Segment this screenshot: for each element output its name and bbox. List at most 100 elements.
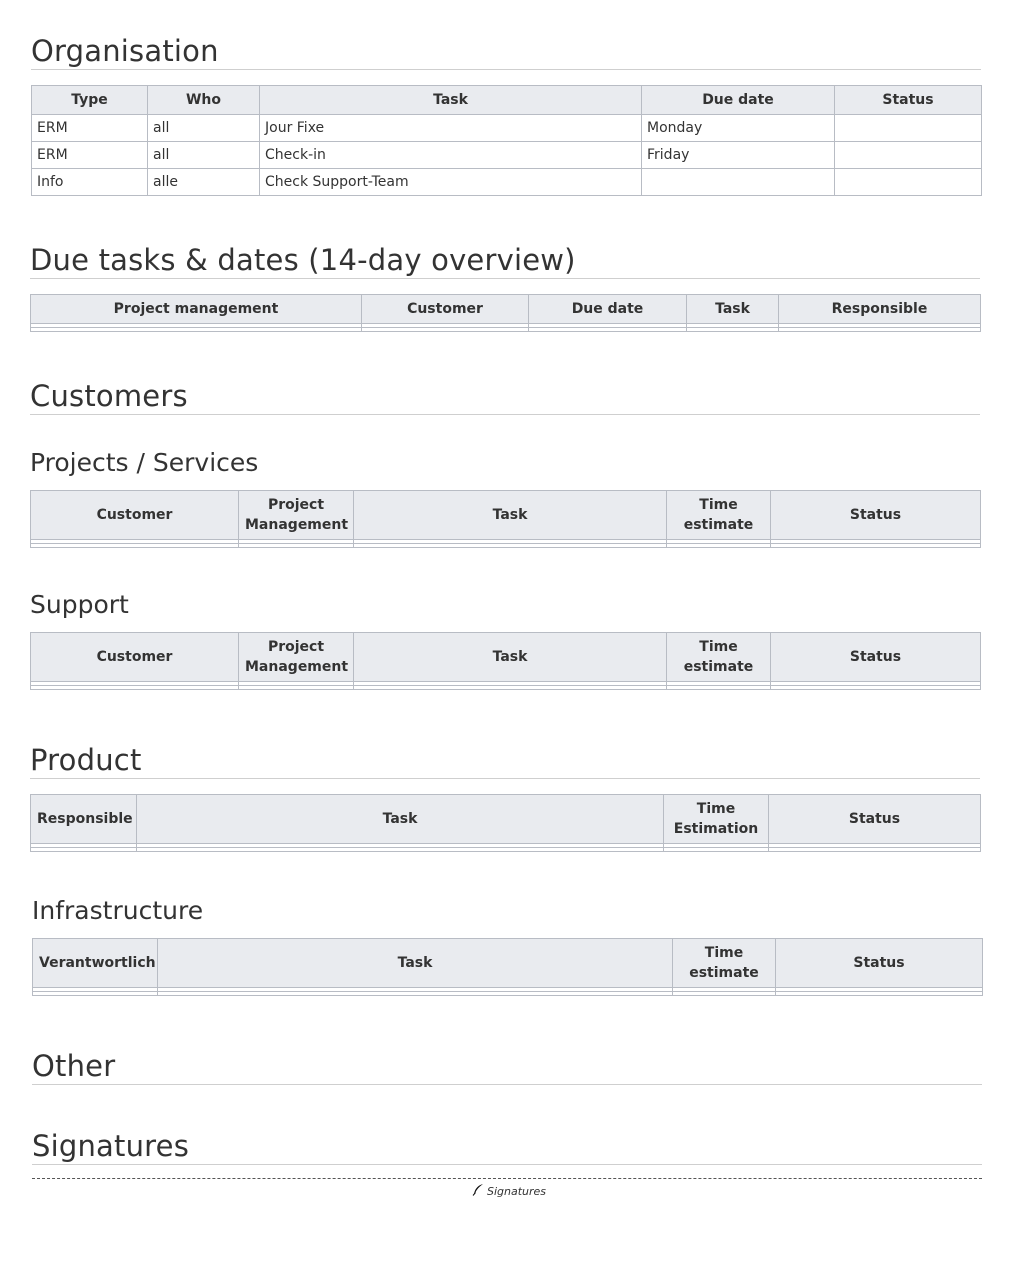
table-cell[interactable]: [528, 326, 687, 332]
column-header-time-estimate[interactable]: Time estimate: [666, 490, 771, 540]
column-header-status[interactable]: Status: [770, 490, 981, 540]
column-header-task[interactable]: Task: [686, 293, 779, 324]
organisation-section: Organisation Type Who Task Due date Stat…: [31, 34, 982, 196]
customers-heading: Customers: [30, 379, 980, 415]
support-table: Customer Project Management Task Time es…: [30, 632, 981, 690]
table-cell[interactable]: [672, 991, 776, 996]
column-header-time-estimation[interactable]: Time Estimation: [663, 793, 769, 844]
column-header-task[interactable]: Task: [259, 84, 642, 115]
column-header-task[interactable]: Task: [157, 938, 673, 988]
table-cell[interactable]: [353, 685, 667, 690]
column-header-due-date[interactable]: Due date: [528, 293, 687, 324]
column-header-task[interactable]: Task: [353, 632, 667, 682]
due-tasks-section: Due tasks & dates (14-day overview) Proj…: [30, 243, 981, 332]
table-cell[interactable]: [30, 685, 239, 690]
due-tasks-heading: Due tasks & dates (14-day overview): [30, 243, 980, 279]
cell-status[interactable]: [834, 140, 982, 169]
product-heading: Product: [30, 743, 980, 779]
column-header-project-management[interactable]: Project management: [30, 293, 362, 324]
column-header-status[interactable]: Status: [834, 84, 982, 115]
column-header-task[interactable]: Task: [136, 793, 664, 844]
cell-due-date[interactable]: Monday: [641, 113, 835, 142]
table-cell[interactable]: [238, 685, 354, 690]
cell-who[interactable]: all: [147, 113, 260, 142]
column-header-status[interactable]: Status: [775, 938, 983, 988]
signatures-section: Signatures: [32, 1129, 982, 1165]
table-cell[interactable]: [686, 326, 779, 332]
table-row: [30, 326, 981, 332]
cell-due-date[interactable]: [641, 167, 835, 196]
column-header-due-date[interactable]: Due date: [641, 84, 835, 115]
table-cell[interactable]: [30, 846, 137, 852]
column-header-customer[interactable]: Customer: [361, 293, 529, 324]
cell-who[interactable]: all: [147, 140, 260, 169]
table-cell[interactable]: [778, 326, 981, 332]
table-cell[interactable]: [157, 991, 673, 996]
table-cell[interactable]: [353, 543, 667, 548]
other-heading: Other: [32, 1049, 982, 1085]
cell-task[interactable]: Check-in: [259, 140, 642, 169]
customers-section: Customers: [30, 379, 980, 415]
cell-task[interactable]: Jour Fixe: [259, 113, 642, 142]
column-header-project-management[interactable]: Project Management: [238, 490, 354, 540]
table-row: ERM all Jour Fixe Monday: [31, 113, 982, 142]
table-row: [30, 846, 981, 852]
support-section: Support Customer Project Management Task…: [30, 590, 981, 690]
table-row: [32, 991, 983, 996]
signatures-label: Signatures: [487, 1184, 547, 1198]
organisation-table: Type Who Task Due date Status ERM all Jo…: [31, 84, 982, 196]
column-header-task[interactable]: Task: [353, 490, 667, 540]
column-header-who[interactable]: Who: [147, 84, 260, 115]
infrastructure-heading: Infrastructure: [32, 896, 204, 925]
column-header-type[interactable]: Type: [31, 84, 148, 115]
table-cell[interactable]: [30, 543, 239, 548]
table-cell[interactable]: [32, 991, 158, 996]
table-cell[interactable]: [666, 685, 771, 690]
table-cell[interactable]: [768, 846, 981, 852]
support-heading: Support: [30, 590, 129, 619]
signature-divider: [32, 1178, 982, 1179]
projects-services-table: Customer Project Management Task Time es…: [30, 490, 981, 548]
table-cell[interactable]: [770, 685, 981, 690]
cell-type[interactable]: ERM: [31, 140, 148, 169]
column-header-customer[interactable]: Customer: [30, 490, 239, 540]
column-header-status[interactable]: Status: [768, 793, 981, 844]
table-cell[interactable]: [663, 846, 769, 852]
infrastructure-section: Infrastructure Verantwortlich Task Time …: [32, 896, 983, 996]
cell-who[interactable]: alle: [147, 167, 260, 196]
infrastructure-table: Verantwortlich Task Time estimate Status: [32, 938, 983, 996]
column-header-responsible[interactable]: Responsible: [30, 793, 137, 844]
column-header-responsible[interactable]: Responsible: [778, 293, 981, 324]
column-header-status[interactable]: Status: [770, 632, 981, 682]
column-header-time-estimate[interactable]: Time estimate: [672, 938, 776, 988]
table-row: Info alle Check Support-Team: [31, 167, 982, 196]
cell-type[interactable]: ERM: [31, 113, 148, 142]
table-cell[interactable]: [136, 846, 664, 852]
table-cell[interactable]: [30, 326, 362, 332]
cell-status[interactable]: [834, 167, 982, 196]
table-row: [30, 543, 981, 548]
table-cell[interactable]: [238, 543, 354, 548]
cell-type[interactable]: Info: [31, 167, 148, 196]
due-tasks-table: Project management Customer Due date Tas…: [30, 293, 981, 332]
feather-pen-icon: [472, 1183, 484, 1199]
cell-task[interactable]: Check Support-Team: [259, 167, 642, 196]
product-section: Product Responsible Task Time Estimation…: [30, 743, 981, 852]
table-cell[interactable]: [361, 326, 529, 332]
column-header-customer[interactable]: Customer: [30, 632, 239, 682]
table-cell[interactable]: [770, 543, 981, 548]
signatures-heading: Signatures: [32, 1129, 982, 1165]
column-header-verantwortlich[interactable]: Verantwortlich: [32, 938, 158, 988]
cell-status[interactable]: [834, 113, 982, 142]
table-cell[interactable]: [666, 543, 771, 548]
other-section: Other: [32, 1049, 982, 1085]
signatures-button[interactable]: Signatures: [472, 1183, 546, 1199]
table-row: ERM all Check-in Friday: [31, 140, 982, 169]
column-header-project-management[interactable]: Project Management: [238, 632, 354, 682]
cell-due-date[interactable]: Friday: [641, 140, 835, 169]
column-header-time-estimate[interactable]: Time estimate: [666, 632, 771, 682]
projects-services-section: Projects / Services Customer Project Man…: [30, 448, 981, 548]
projects-services-heading: Projects / Services: [30, 448, 259, 477]
product-table: Responsible Task Time Estimation Status: [30, 793, 981, 852]
table-cell[interactable]: [775, 991, 983, 996]
